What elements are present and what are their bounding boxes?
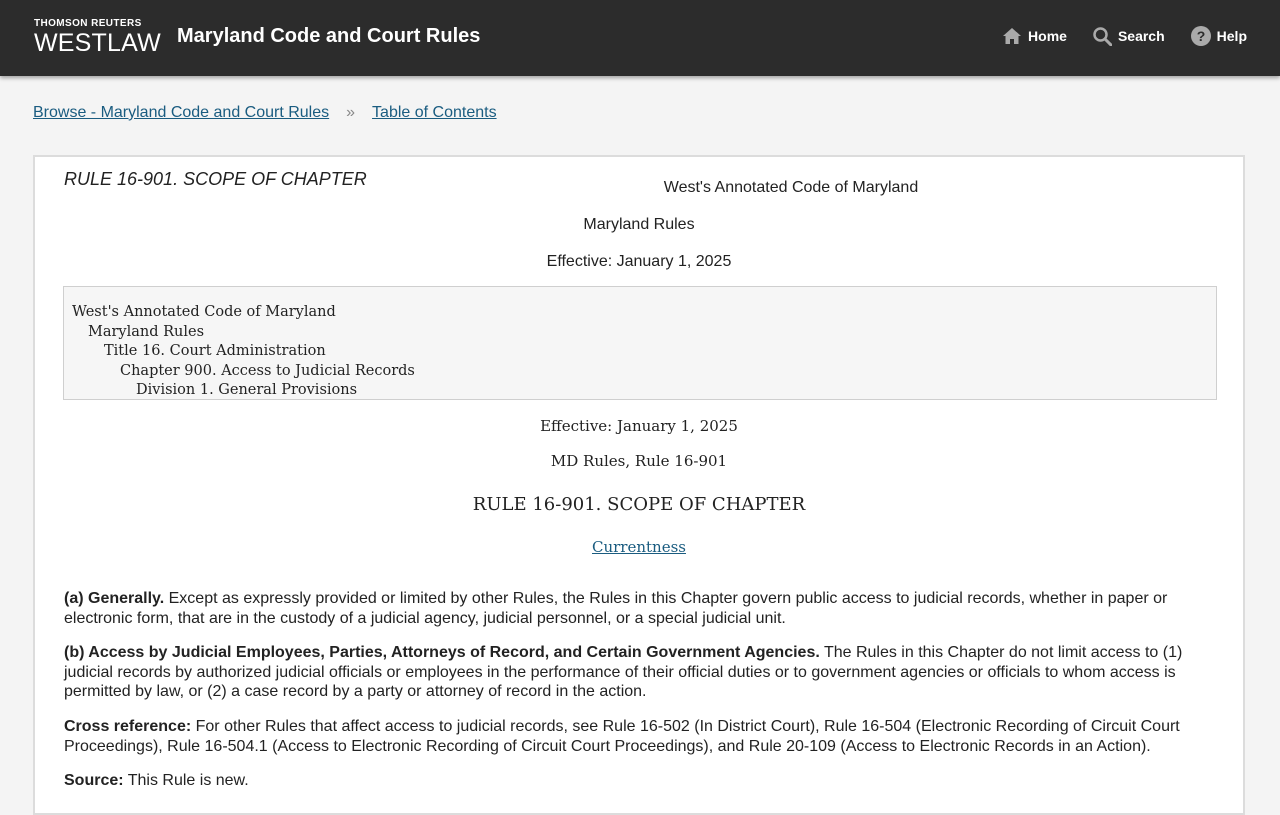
hierarchy-level-1: West's Annotated Code of Maryland xyxy=(72,304,336,320)
help-icon: ? xyxy=(1190,26,1211,46)
document-panel: RULE 16-901. SCOPE OF CHAPTER West's Ann… xyxy=(33,155,1245,815)
home-label: Home xyxy=(1028,28,1067,44)
cross-reference-text: For other Rules that affect access to ju… xyxy=(64,718,1180,755)
source: Source: This Rule is new. xyxy=(64,771,1194,791)
paragraph-b-label: (b) Access by Judicial Employees, Partie… xyxy=(64,644,820,661)
app-title: Maryland Code and Court Rules xyxy=(177,25,481,47)
hierarchy-level-2: Maryland Rules xyxy=(88,323,205,340)
cross-reference-label: Cross reference: xyxy=(64,718,192,735)
home-link[interactable]: Home xyxy=(1002,27,1067,45)
hierarchy-level-5: Division 1. General Provisions xyxy=(136,382,358,398)
citation: MD Rules, Rule 16-901 xyxy=(550,452,728,470)
effective-date-header: Effective: January 1, 2025 xyxy=(546,253,732,270)
code-name: West's Annotated Code of Maryland xyxy=(663,179,919,196)
source-text: This Rule is new. xyxy=(123,772,249,789)
paragraph-a: (a) Generally. Except as expressly provi… xyxy=(64,589,1194,628)
currentness-wrap: Currentness xyxy=(35,538,1243,556)
help-link[interactable]: ? Help xyxy=(1190,26,1247,46)
top-nav: Home Search ? Help xyxy=(976,26,1247,46)
breadcrumb-toc-link[interactable]: Table of Contents xyxy=(372,104,497,122)
top-bar: THOMSON REUTERS WESTLAW Maryland Code an… xyxy=(0,0,1280,76)
brand-big-text: WESTLAW xyxy=(34,29,161,57)
paragraph-b: (b) Access by Judicial Employees, Partie… xyxy=(64,643,1194,702)
paragraph-a-text: Except as expressly provided or limited … xyxy=(64,590,1168,627)
document-hierarchy: West's Annotated Code of Maryland Maryla… xyxy=(63,286,1217,400)
hierarchy-level-4: Chapter 900. Access to Judicial Records xyxy=(120,362,415,379)
svg-text:?: ? xyxy=(1196,28,1205,44)
rules-name: Maryland Rules xyxy=(583,216,695,233)
rule-title: RULE 16-901. SCOPE OF CHAPTER xyxy=(472,494,806,515)
search-label: Search xyxy=(1117,28,1165,44)
search-link[interactable]: Search xyxy=(1093,26,1165,46)
breadcrumb-separator: » xyxy=(346,104,356,121)
currentness-link[interactable]: Currentness xyxy=(592,538,686,556)
paragraph-a-label: (a) Generally. xyxy=(64,590,165,607)
help-label: Help xyxy=(1216,28,1247,44)
cross-reference: Cross reference: For other Rules that af… xyxy=(64,717,1194,756)
westlaw-logo[interactable]: THOMSON REUTERS WESTLAW xyxy=(34,18,161,56)
source-label: Source: xyxy=(64,772,124,789)
search-icon xyxy=(1093,26,1112,46)
home-icon xyxy=(1002,27,1022,45)
hierarchy-level-3: Title 16. Court Administration xyxy=(104,343,326,359)
effective-date: Effective: January 1, 2025 xyxy=(540,417,738,435)
breadcrumb-browse-link[interactable]: Browse - Maryland Code and Court Rules xyxy=(33,104,329,122)
breadcrumb: Browse - Maryland Code and Court Rules »… xyxy=(33,104,497,122)
